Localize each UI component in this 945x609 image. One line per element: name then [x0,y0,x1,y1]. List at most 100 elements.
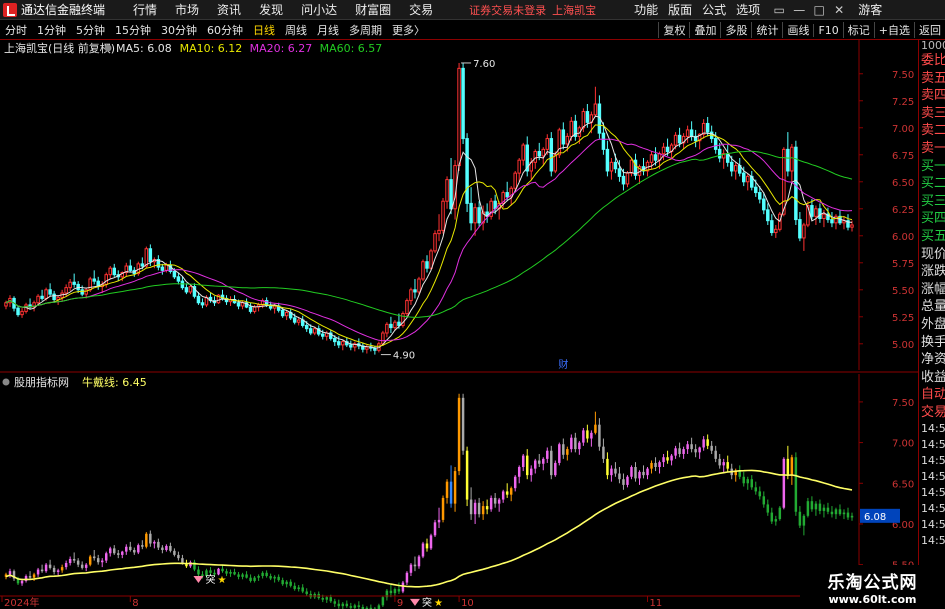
tab-monthly[interactable]: 月线 [312,22,344,38]
indicator-bar [497,499,501,504]
menu-trade[interactable]: 交易 [409,1,433,18]
menu-function[interactable]: 功能 [634,1,658,18]
maximize-icon[interactable]: □ [810,3,828,17]
multi-stock-button[interactable]: 多股 [720,22,751,38]
indicator-bar [165,545,168,551]
indicator-bar [357,605,361,607]
candle-body [36,295,40,304]
candle-body [417,278,421,293]
indicator-bar [485,506,489,510]
indicator-bar [461,397,465,451]
indicator-bar [449,481,453,504]
add-watchlist-button[interactable]: +自选 [873,22,914,38]
indicator-bar [129,546,132,551]
indicator-bar [822,507,826,511]
indicator-bar [790,457,794,476]
menu-discover[interactable]: 发现 [259,1,283,18]
candle-body [449,179,453,210]
current-value-tag: 6.08 [864,512,886,523]
statistics-button[interactable]: 统计 [751,22,782,38]
candle-body [349,344,353,348]
tab-weekly[interactable]: 周线 [280,22,312,38]
indicator-bar [770,512,774,522]
candle-body [834,215,838,224]
tab-15min[interactable]: 15分钟 [110,22,156,38]
candle-body [725,153,730,163]
tab-60min[interactable]: 60分钟 [202,22,248,38]
candle-body [68,281,72,289]
f10-button[interactable]: F10 [813,23,842,37]
menu-formula[interactable]: 公式 [702,1,726,18]
tab-intraday[interactable]: 分时 [0,22,32,38]
candle-body [56,296,60,301]
tab-multi-period[interactable]: 多周期 [344,22,387,38]
candle-body [112,267,116,276]
price-annotation-label: 4.90 [393,351,415,362]
tab-1min[interactable]: 1分钟 [32,22,71,38]
candle-body [445,179,449,202]
candle-body [172,270,177,278]
menu-market[interactable]: 行情 [133,1,157,18]
main-y-tick-label: 5.50 [892,286,914,297]
candle-body [292,317,297,323]
indicator-bar [233,571,236,575]
restore-layout-icon[interactable]: ▭ [770,3,788,17]
indicator-y-tick-label: 7.50 [892,398,914,409]
candle-body [782,148,786,215]
side-trade-1[interactable]: 交易 [919,404,945,422]
indicator-bar [642,471,645,476]
indicator-bar [293,585,296,590]
x-axis-label: 9 [397,598,403,609]
indicator-bar [60,567,64,571]
indicator-bar [125,546,128,552]
indicator-bar [337,603,341,607]
indicator-bar [838,509,842,515]
indicator-bar [750,479,754,488]
menu-wealth-circle[interactable]: 财富圈 [355,1,391,18]
indicator-bar [377,605,381,609]
menu-layout[interactable]: 版面 [668,1,692,18]
side-field-18: 收益 [921,369,945,385]
login-status[interactable]: 证券交易未登录 [469,2,546,18]
candle-body [822,213,826,220]
adjust-button[interactable]: 复权 [658,22,689,38]
mark-button[interactable]: 标记 [842,22,874,38]
x-axis-label: 2024年 [4,596,39,609]
chart-area[interactable]: 上海凯宝(日线 前复权) MA5: 6.08 MA10: 6.12 MA20: 6.2… [0,40,918,609]
indicator-bar [610,468,613,476]
candle-body [537,151,542,157]
indicator-bar [521,455,525,468]
indicator-bar [722,462,725,466]
side-tick-time: 14:56 [921,470,945,484]
menu-news[interactable]: 资讯 [217,1,241,18]
back-button[interactable]: 返回 [914,22,945,38]
indicator-bar [489,497,493,510]
tab-30min[interactable]: 30分钟 [156,22,202,38]
tab-daily[interactable]: 日线 [248,22,280,38]
indicator-bar [534,460,537,469]
side-field-14: 总量 [921,299,945,315]
draw-line-button[interactable]: 画线 [782,22,813,38]
tab-5min[interactable]: 5分钟 [71,22,110,38]
indicator-bar [606,458,609,476]
indicator-bar [558,444,561,463]
indicator-bar [762,496,766,505]
menu-options[interactable]: 选项 [736,1,760,18]
tab-more[interactable]: 更多〉 [387,22,430,38]
indicator-bar [726,462,729,469]
menu-ask[interactable]: 问小达 [301,1,337,18]
indicator-bar [433,522,437,536]
side-trade-0[interactable]: 自动 [919,386,945,404]
indicator-bar [666,457,669,461]
overlay-button[interactable]: 叠加 [689,22,720,38]
minimize-icon[interactable]: — [790,3,808,17]
indicator-bar [72,558,76,561]
guest-user[interactable]: 游客 [858,1,882,18]
indicator-bar [758,491,762,497]
close-icon[interactable]: ✕ [830,3,848,17]
candle-body [337,341,341,346]
menu-markets[interactable]: 市场 [175,1,199,18]
indicator-bar [626,476,629,485]
candle-body [321,333,325,337]
candle-body [685,129,690,137]
